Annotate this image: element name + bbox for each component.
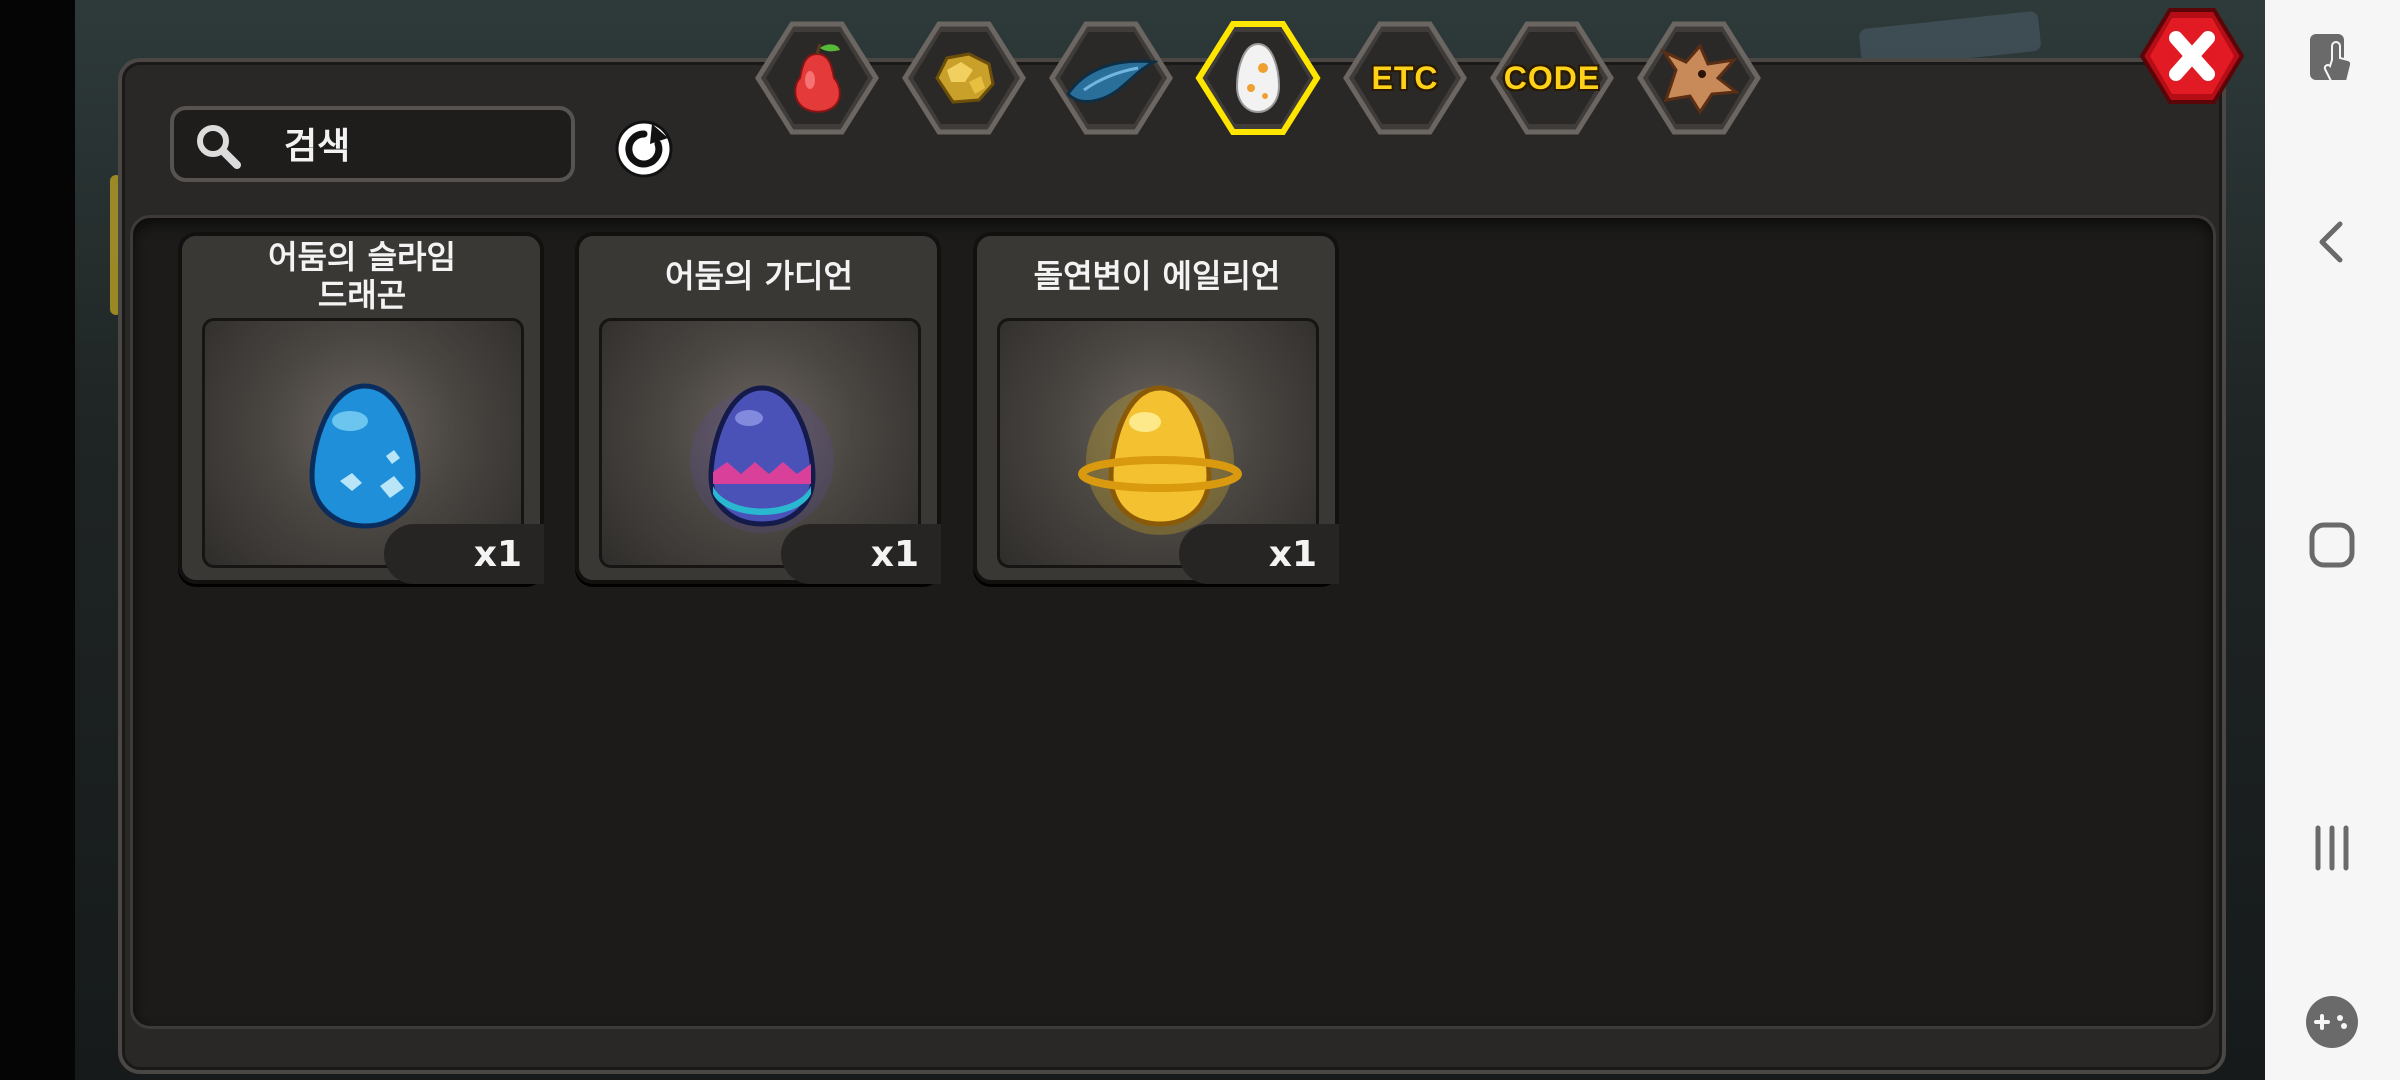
- item-quantity: x1: [781, 524, 941, 584]
- search-box[interactable]: [170, 106, 575, 182]
- tab-dragon[interactable]: [1634, 18, 1764, 138]
- gold-ore-icon: [935, 52, 995, 104]
- refresh-icon[interactable]: [608, 112, 684, 182]
- egg-icon: [1235, 42, 1281, 114]
- tab-etc[interactable]: ETC: [1340, 18, 1470, 138]
- item-name: 돌연변이 에일리언: [1033, 257, 1281, 295]
- dragon-scale-icon: [1066, 59, 1158, 103]
- item-quantity: x1: [1179, 524, 1339, 584]
- tab-gold[interactable]: [899, 18, 1029, 138]
- item-card[interactable]: 어둠의 가디언 x1: [575, 232, 941, 584]
- left-letterbox: [0, 0, 75, 1080]
- item-quantity: x1: [384, 524, 544, 584]
- game-tools-icon[interactable]: [2292, 982, 2372, 1062]
- tab-fruit[interactable]: [752, 18, 882, 138]
- purple-zigzag-egg-icon: [690, 385, 834, 533]
- recent-apps-icon[interactable]: [2292, 808, 2372, 888]
- back-icon[interactable]: [2292, 202, 2372, 282]
- golden-ringed-egg-icon: [1078, 385, 1242, 535]
- pear-icon: [794, 43, 841, 113]
- system-navigation-bar: [2265, 0, 2400, 1080]
- item-card[interactable]: 어둠의 슬라임 드래곤 x1: [178, 232, 544, 584]
- tab-etc-label: ETC: [1371, 59, 1439, 96]
- search-input[interactable]: [282, 120, 566, 172]
- screen-touch-icon[interactable]: [2292, 20, 2372, 100]
- item-name: 어둠의 슬라임 드래곤: [268, 238, 456, 314]
- tab-code-label: CODE: [1503, 59, 1601, 96]
- dragon-head-icon: [1659, 43, 1740, 115]
- item-name: 어둠의 가디언: [665, 257, 853, 295]
- tab-egg[interactable]: [1193, 18, 1323, 138]
- tab-scale[interactable]: [1046, 18, 1176, 138]
- close-icon[interactable]: [2138, 6, 2246, 106]
- search-icon: [197, 125, 241, 169]
- blue-spotted-egg-icon: [309, 383, 421, 529]
- tab-code[interactable]: CODE: [1487, 18, 1617, 138]
- home-icon[interactable]: [2292, 505, 2372, 585]
- item-card[interactable]: 돌연변이 에일리언 x1: [973, 232, 1339, 584]
